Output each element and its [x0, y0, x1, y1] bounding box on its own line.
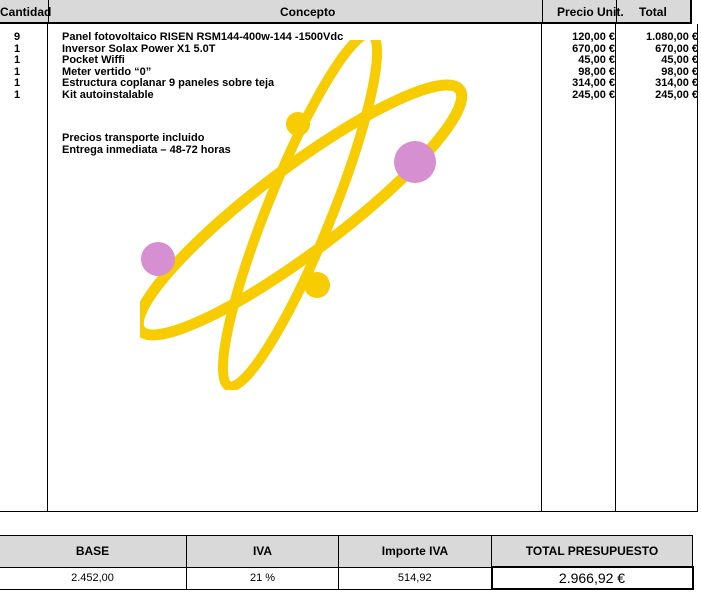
row-unit-price: 120,00 € [572, 31, 615, 43]
note-transport: Precios transporte incluido [62, 132, 205, 144]
concept-column: Panel fotovoltaico RISEN RSM144-400w-144… [62, 31, 344, 102]
summary-iva-value: 21 % [186, 566, 339, 590]
electron-yellow-top [286, 112, 310, 136]
row-concept: Kit autoinstalable [62, 88, 154, 101]
row-total: 1.080,00 € [646, 31, 698, 43]
summary-iva-amount-value: 514,92 [338, 566, 492, 590]
header-quantity: Cantidad [0, 5, 52, 19]
header-divider [616, 0, 617, 22]
row-concept: Panel fotovoltaico RISEN RSM144-400w-144… [62, 31, 344, 43]
summary-header-base: BASE [0, 535, 187, 568]
column-divider [615, 24, 616, 511]
summary-header-row: BASE IVA Importe IVA TOTAL PRESUPUESTO [0, 535, 693, 568]
header-divider [542, 0, 543, 22]
column-divider [47, 24, 48, 511]
summary-header-iva-amount: Importe IVA [338, 535, 492, 568]
summary-header-total: TOTAL PRESUPUESTO [491, 535, 693, 568]
row-unit-price: 245,00 € [572, 88, 615, 101]
row-quantity: 9 [13, 31, 21, 43]
header-total: Total [639, 5, 667, 19]
summary-base-value: 2.452,00 [0, 566, 187, 590]
summary-table: BASE IVA Importe IVA TOTAL PRESUPUESTO 2… [0, 535, 694, 590]
notes: Precios transporte incluido Entrega inme… [62, 132, 231, 156]
table-bottom-border [0, 511, 698, 512]
column-divider [541, 24, 542, 511]
summary-header-iva: IVA [186, 535, 339, 568]
unit-price-column: 120,00 € 670,00 € 45,00 € 98,00 € 314,00… [545, 31, 615, 102]
quantity-column: 9 1 1 1 1 1 [7, 31, 27, 102]
electron-pink-right [394, 141, 436, 183]
items-table-header: Cantidad Concepto Precio Unit. Total [0, 0, 692, 24]
summary-total-value: 2.966,92 € [490, 566, 694, 590]
summary-value-row: 2.452,00 21 % 514,92 2.966,92 € [0, 566, 694, 590]
header-concept: Concepto [280, 5, 336, 19]
electron-yellow-bottom [304, 272, 330, 298]
row-quantity: 1 [13, 88, 21, 101]
note-delivery: Entrega inmediata – 48-72 horas [62, 144, 231, 156]
header-divider [48, 0, 49, 22]
header-unit-price: Precio Unit. [557, 5, 624, 19]
electron-pink-left [141, 242, 175, 276]
row-total: 245,00 € [655, 88, 698, 101]
total-column: 1.080,00 € 670,00 € 45,00 € 98,00 € 314,… [620, 31, 698, 102]
